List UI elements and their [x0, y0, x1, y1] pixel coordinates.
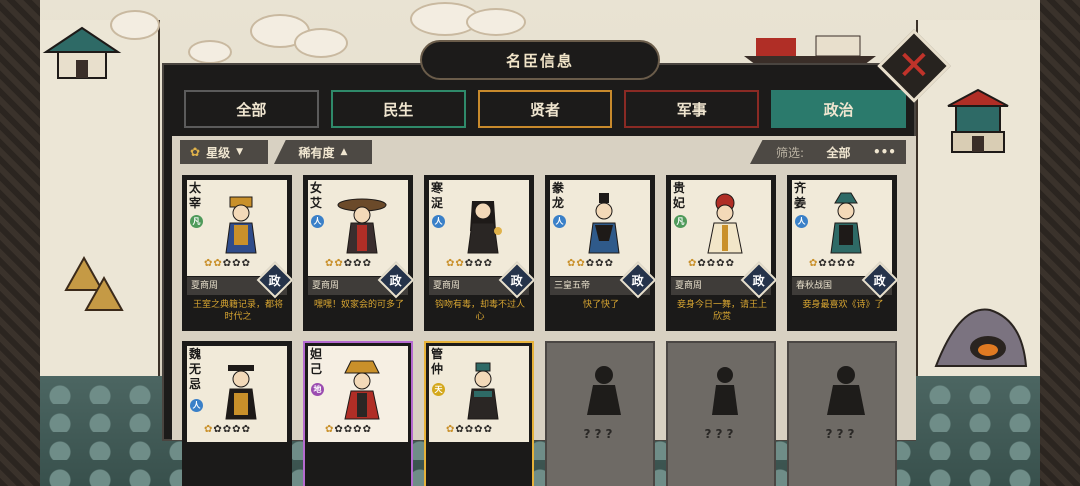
unknown-label: ??? [704, 427, 738, 441]
cloud [188, 40, 232, 64]
minister-portrait [467, 362, 499, 420]
right-frame [1040, 0, 1080, 486]
class-label: 政 [752, 273, 766, 288]
tab-politics[interactable]: 政治 [771, 90, 906, 128]
minister-card[interactable]: 妲己 地 ✿ ✿ ✿ ✿ ✿ [303, 341, 413, 486]
filter-bar: ✿ 星级 ▼ 稀有度 ▲ 筛选: 全部 ••• [180, 140, 906, 164]
minister-card[interactable]: 女艾 人 ✿ ✿ ✿ ✿ ✿ 夏商周 政 嘿嘿！奴家会的可多了 [303, 175, 415, 331]
rank-badge: 人 [432, 215, 445, 228]
minister-portrait [225, 365, 257, 420]
minister-quote: 妾身今日一舞，请王上欣赏 [676, 300, 767, 322]
rank-badge: 人 [553, 215, 566, 228]
minister-portrait [225, 196, 257, 254]
more-icon: ••• [872, 145, 896, 159]
tab-livelihood[interactable]: 民生 [330, 90, 466, 128]
hut-icon [64, 255, 124, 311]
rank-badge: 天 [432, 383, 445, 396]
star-rating: ✿ ✿ ✿ ✿ ✿ [325, 424, 371, 435]
star-rating: ✿ ✿ ✿ ✿ ✿ [446, 258, 492, 269]
minister-portrait [588, 193, 620, 254]
locked-minister-card[interactable]: ??? [787, 341, 897, 486]
minister-name: 魏无忌 [189, 347, 202, 391]
star-rating: ✿ ✿ ✿ ✿ ✿ [204, 258, 250, 269]
minister-card[interactable]: 太宰 凡 ✿ ✿ ✿ ✿ ✿ 夏商周 政 王室之典籍记录，都将时代之 [182, 175, 294, 331]
minister-name: 管仲 [431, 347, 444, 376]
minister-card[interactable]: 贵妃 凡 ✿ ✿ ✿ ✿ ✿ 夏商周 政 妾身今日一舞，请王上欣赏 [666, 175, 778, 331]
minister-name: 豢龙 [552, 181, 565, 210]
pavilion-icon [42, 26, 122, 79]
minister-portrait [467, 201, 502, 254]
minister-quote: 快了快了 [582, 300, 619, 310]
tab-all[interactable]: 全部 [184, 90, 319, 128]
cloud [466, 8, 526, 36]
rank-badge: 人 [311, 215, 324, 228]
screen-filter-label: 筛选: [776, 145, 805, 160]
star-rating: ✿ ✿ ✿ ✿ ✿ [567, 258, 613, 269]
rarity-sort-button[interactable]: 稀有度 ▲ [274, 140, 372, 164]
minister-quote: 嘿嘿！奴家会的可多了 [313, 300, 404, 310]
locked-minister-card[interactable]: ??? [545, 341, 655, 486]
left-frame [0, 0, 40, 486]
minister-card[interactable]: 魏无忌 人 ✿ ✿ ✿ ✿ ✿ [182, 341, 292, 486]
close-icon: ✕ [897, 42, 931, 89]
rank-badge: 凡 [190, 215, 203, 228]
window-title: 名臣信息 [505, 51, 574, 70]
rank-badge: 凡 [674, 215, 687, 228]
rarity-sort-label: 稀有度 [298, 145, 335, 160]
cave-icon [934, 308, 1028, 367]
minister-name: 齐姜 [794, 181, 807, 210]
star-rating: ✿ ✿ ✿ ✿ ✿ [688, 258, 734, 269]
silhouette-icon [827, 366, 865, 415]
minister-name: 贵妃 [673, 181, 686, 210]
minister-card[interactable]: 豢龙 人 ✿ ✿ ✿ ✿ ✿ 三皇五帝 政 快了快了 [545, 175, 657, 331]
class-label: 政 [510, 273, 524, 288]
screen-filter-button[interactable]: 筛选: 全部 ••• [750, 140, 906, 164]
star-sort-label: 星级 [206, 145, 231, 160]
rank-badge: 人 [795, 215, 808, 228]
unknown-label: ??? [583, 427, 617, 441]
unknown-label: ??? [825, 427, 859, 441]
minister-quote: 钩吻有毒，却毒不过人心 [434, 300, 525, 322]
minister-card[interactable]: 齐姜 人 ✿ ✿ ✿ ✿ ✿ 春秋战国 政 妾身最喜欢《诗》了 [787, 175, 899, 331]
category-tabs: 全部 民生 贤者 军事 政治 [184, 90, 906, 130]
star-rating: ✿ ✿ ✿ ✿ ✿ [325, 258, 371, 269]
minister-portrait [337, 198, 387, 254]
minister-portrait [344, 360, 380, 420]
class-label: 政 [389, 273, 403, 288]
silhouette-icon [587, 366, 621, 415]
rank-badge: 地 [311, 383, 324, 396]
window-title-plate: 名臣信息 [420, 40, 660, 80]
tab-sage[interactable]: 贤者 [477, 90, 613, 128]
minister-name: 女艾 [310, 181, 323, 210]
flower-icon: ✿ [190, 145, 201, 159]
silhouette-icon [712, 367, 738, 415]
star-rating: ✿ ✿ ✿ ✿ ✿ [204, 424, 250, 435]
minister-quote: 妾身最喜欢《诗》了 [802, 300, 884, 310]
minister-quote: 王室之典籍记录，都将时代之 [192, 300, 283, 322]
minister-portrait [707, 193, 743, 254]
locked-minister-card[interactable]: ??? [666, 341, 776, 486]
rank-badge: 人 [190, 399, 203, 412]
minister-name: 太宰 [189, 181, 202, 210]
star-sort-button[interactable]: ✿ 星级 ▼ [180, 140, 268, 164]
minister-card[interactable]: 寒浞 人 ✿ ✿ ✿ ✿ ✿ 夏商周 政 钩吻有毒，却毒不过人心 [424, 175, 536, 331]
cloud [294, 28, 348, 58]
star-rating: ✿ ✿ ✿ ✿ ✿ [446, 424, 492, 435]
screen-filter-value: 全部 [826, 145, 851, 160]
class-label: 政 [873, 273, 887, 288]
class-label: 政 [268, 273, 282, 288]
tab-military[interactable]: 军事 [624, 90, 760, 128]
minister-name: 寒浞 [431, 181, 444, 210]
class-label: 政 [631, 273, 645, 288]
temple-icon [947, 88, 1009, 153]
minister-card[interactable]: 管仲 天 ✿ ✿ ✿ ✿ ✿ [424, 341, 534, 486]
caret-up-icon: ▲ [340, 147, 348, 157]
star-rating: ✿ ✿ ✿ ✿ ✿ [809, 258, 855, 269]
minister-portrait [830, 192, 862, 254]
caret-down-icon: ▼ [236, 147, 243, 157]
minister-name: 妲己 [310, 347, 323, 376]
